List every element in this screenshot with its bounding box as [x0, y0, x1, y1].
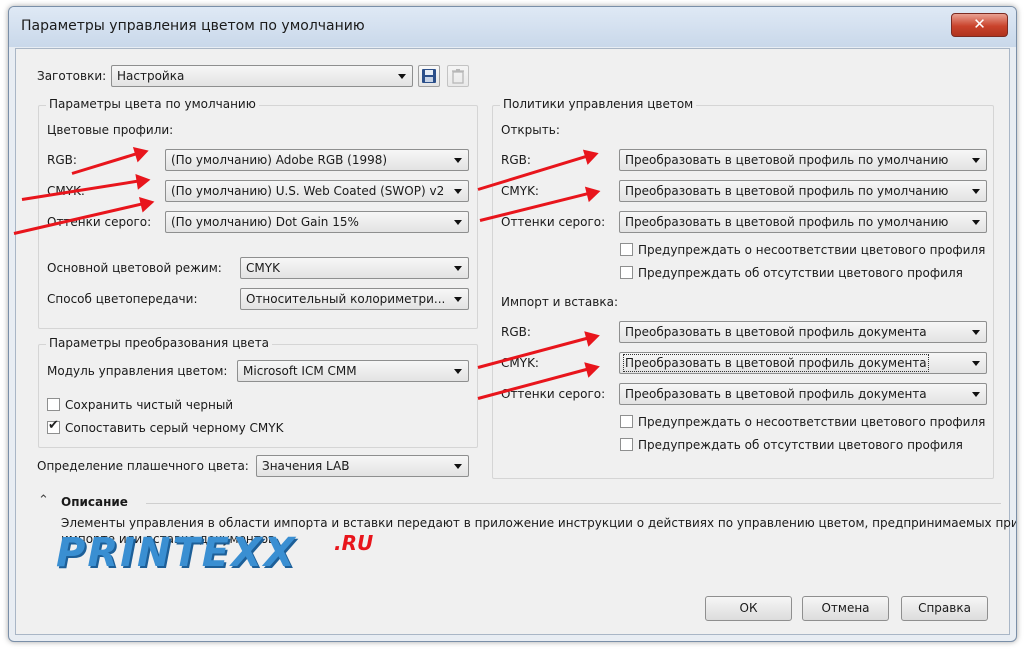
keep-pure-black-checkbox[interactable]: [47, 398, 60, 411]
default-cmyk-value: (По умолчанию) U.S. Web Coated (SWOP) v2: [171, 184, 445, 198]
import-warn-mismatch-checkbox[interactable]: [620, 415, 633, 428]
conversion-group-title: Параметры преобразования цвета: [46, 336, 273, 350]
policies-group-title: Политики управления цветом: [500, 97, 697, 111]
open-warn-mismatch-checkbox[interactable]: [620, 243, 633, 256]
chevron-down-icon: [454, 189, 462, 194]
primary-mode-label: Основной цветовой режим:: [47, 261, 222, 275]
primary-mode-select[interactable]: CMYK: [240, 257, 469, 279]
spot-color-value: Значения LAB: [262, 459, 350, 473]
chevron-down-icon: [454, 369, 462, 374]
import-rgb-select[interactable]: Преобразовать в цветовой профиль докумен…: [619, 321, 987, 343]
default-rgb-label: RGB:: [47, 153, 77, 167]
default-color-group-title: Параметры цвета по умолчанию: [46, 97, 259, 111]
description-title: Описание: [61, 495, 128, 509]
open-gray-value: Преобразовать в цветовой профиль по умол…: [625, 215, 949, 229]
open-gray-label: Оттенки серого:: [501, 215, 606, 229]
chevron-down-icon: [972, 361, 980, 366]
default-gray-select[interactable]: (По умолчанию) Dot Gain 15%: [165, 211, 469, 233]
default-rgb-value: (По умолчанию) Adobe RGB (1998): [171, 153, 388, 167]
chevron-down-icon: [972, 158, 980, 163]
open-gray-select[interactable]: Преобразовать в цветовой профиль по умол…: [619, 211, 987, 233]
collapse-double-chevron-icon[interactable]: ⌃: [38, 493, 49, 508]
import-gray-value: Преобразовать в цветовой профиль докумен…: [625, 387, 927, 401]
open-cmyk-label: CMYK:: [501, 184, 539, 198]
presets-value: Настройка: [117, 69, 185, 83]
open-section-title: Открыть:: [501, 123, 560, 137]
cancel-button[interactable]: Отмена: [802, 596, 889, 621]
rendering-intent-label: Способ цветопередачи:: [47, 292, 198, 306]
import-warn-missing-label: Предупреждать об отсутствии цветового пр…: [638, 438, 963, 452]
chevron-down-icon: [454, 220, 462, 225]
open-rgb-select[interactable]: Преобразовать в цветовой профиль по умол…: [619, 149, 987, 171]
open-warn-missing-checkbox[interactable]: [620, 266, 633, 279]
watermark-logo: PRINTEXX: [56, 530, 297, 576]
spot-color-select[interactable]: Значения LAB: [256, 455, 469, 477]
import-cmyk-select[interactable]: Преобразовать в цветовой профиль докумен…: [619, 352, 987, 374]
cmm-label: Модуль управления цветом:: [47, 364, 228, 378]
chevron-down-icon: [454, 266, 462, 271]
chevron-down-icon: [454, 464, 462, 469]
watermark-logo-suffix: .RU: [334, 531, 374, 555]
open-rgb-label: RGB:: [501, 153, 531, 167]
chevron-down-icon: [454, 158, 462, 163]
primary-mode-value: CMYK: [246, 261, 280, 275]
ok-button[interactable]: ОК: [705, 596, 792, 621]
spot-color-label: Определение плашечного цвета:: [37, 459, 249, 473]
open-cmyk-value: Преобразовать в цветовой профиль по умол…: [625, 184, 949, 198]
open-rgb-value: Преобразовать в цветовой профиль по умол…: [625, 153, 949, 167]
import-rgb-value: Преобразовать в цветовой профиль докумен…: [625, 325, 927, 339]
chevron-down-icon: [454, 297, 462, 302]
title-bar[interactable]: Параметры управления цветом по умолчанию…: [9, 7, 1016, 47]
chevron-down-icon: [972, 392, 980, 397]
floppy-disk-icon: [422, 69, 436, 83]
color-profiles-label: Цветовые профили:: [47, 123, 174, 137]
default-rgb-select[interactable]: (По умолчанию) Adobe RGB (1998): [165, 149, 469, 171]
open-cmyk-select[interactable]: Преобразовать в цветовой профиль по умол…: [619, 180, 987, 202]
window-title: Параметры управления цветом по умолчанию: [21, 18, 365, 34]
chevron-down-icon: [972, 330, 980, 335]
default-gray-value: (По умолчанию) Dot Gain 15%: [171, 215, 359, 229]
close-button[interactable]: ✕: [951, 13, 1008, 37]
chevron-down-icon: [972, 220, 980, 225]
cmm-select[interactable]: Microsoft ICM CMM: [237, 360, 469, 382]
chevron-down-icon: [398, 74, 406, 79]
import-warn-mismatch-label: Предупреждать о несоответствии цветового…: [638, 415, 986, 429]
description-line-1: Элементы управления в области импорта и …: [61, 516, 1017, 530]
import-warn-missing-checkbox[interactable]: [620, 438, 633, 451]
chevron-down-icon: [972, 189, 980, 194]
description-separator: [146, 503, 1001, 504]
delete-preset-button[interactable]: [447, 65, 469, 87]
checkmark-icon: ✔: [48, 418, 59, 433]
presets-select[interactable]: Настройка: [111, 65, 413, 87]
trash-icon: [452, 69, 464, 84]
help-button[interactable]: Справка: [901, 596, 988, 621]
import-section-title: Импорт и вставка:: [501, 295, 618, 309]
save-preset-button[interactable]: [418, 65, 440, 87]
import-cmyk-value: Преобразовать в цветовой профиль докумен…: [623, 354, 929, 372]
default-cmyk-select[interactable]: (По умолчанию) U.S. Web Coated (SWOP) v2: [165, 180, 469, 202]
open-warn-mismatch-label: Предупреждать о несоответствии цветового…: [638, 243, 986, 257]
map-gray-checkbox[interactable]: ✔: [47, 418, 60, 434]
import-rgb-label: RGB:: [501, 325, 531, 339]
rendering-intent-value: Относительный колориметри...: [246, 292, 446, 306]
open-warn-missing-label: Предупреждать об отсутствии цветового пр…: [638, 266, 963, 280]
presets-label: Заготовки:: [37, 69, 107, 83]
rendering-intent-select[interactable]: Относительный колориметри...: [240, 288, 469, 310]
cmm-value: Microsoft ICM CMM: [243, 364, 357, 378]
keep-pure-black-label: Сохранить чистый черный: [65, 398, 234, 412]
map-gray-label: Сопоставить серый черному CMYK: [65, 421, 284, 435]
import-gray-select[interactable]: Преобразовать в цветовой профиль докумен…: [619, 383, 987, 405]
